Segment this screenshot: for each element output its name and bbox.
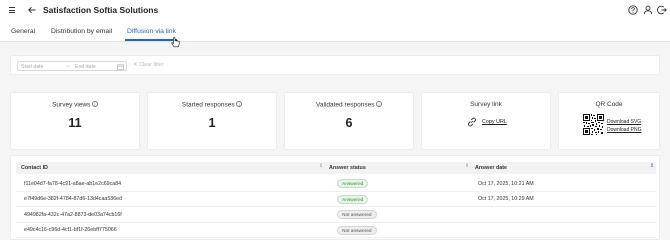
- table-row[interactable]: f11e04d7-fa78-4c91-a8ae-ab1e2c69ca84 Ans…: [16, 176, 656, 192]
- column-header-contact-id[interactable]: Contact ID: [21, 165, 48, 171]
- status-badge: Not answered: [337, 210, 377, 219]
- started-responses-heading: Started responses i: [148, 101, 276, 109]
- column-header-answer-date[interactable]: Answer date: [475, 165, 507, 171]
- contact-id-cell: f11e04d7-fa78-4c91-a8ae-ab1e2c69ca84: [24, 180, 122, 187]
- download-svg-link[interactable]: Download SVG: [607, 119, 641, 125]
- answer-date-cell: Oct 17, 2025, 10:21 AM: [478, 180, 534, 187]
- logout-icon[interactable]: [657, 5, 667, 15]
- tab-distribution-by-email[interactable]: Distribution by email: [51, 28, 112, 35]
- clear-filter-label: Clear filter: [139, 62, 164, 68]
- pointer-cursor-icon: [171, 37, 180, 48]
- info-icon[interactable]: i: [236, 101, 243, 107]
- started-responses-value: 1: [208, 116, 216, 130]
- tab-bar: General Distribution by email Diffusion …: [0, 22, 670, 42]
- info-icon[interactable]: i: [375, 101, 382, 107]
- survey-link-card: Survey link Copy URL: [421, 92, 551, 150]
- survey-views-value: 11: [68, 116, 82, 130]
- tab-diffusion-via-link[interactable]: Diffusion via link: [127, 28, 176, 35]
- download-png-link[interactable]: Download PNG: [607, 127, 641, 133]
- date-range-picker[interactable]: Start date → End date: [17, 61, 127, 71]
- close-icon: ✕: [133, 62, 138, 68]
- sort-descending-icon[interactable]: ⇕: [650, 164, 654, 169]
- contact-id-cell: e7f49d6e-382f-4784-87d6-13d4caa536ed: [24, 196, 123, 202]
- back-arrow-icon[interactable]: [27, 5, 37, 15]
- validated-responses-value: 6: [345, 116, 353, 130]
- contact-id-cell: 494982fa-432c-47a2-8873-de03a74cb16f: [24, 211, 122, 218]
- survey-views-label: Survey views: [52, 101, 91, 109]
- validated-responses-heading: Validated responses i: [285, 101, 413, 109]
- responses-table: Contact ID ⇕ Answer status ⇕ Answer date…: [10, 155, 660, 240]
- user-icon[interactable]: [643, 5, 653, 15]
- validated-responses-card: Validated responses i 6: [284, 92, 414, 150]
- app-header: Satisfaction Softia Solutions: [0, 0, 670, 22]
- started-responses-card: Started responses i 1: [147, 92, 277, 150]
- clear-filter-button[interactable]: ✕ Clear filter: [133, 62, 164, 68]
- copy-url-link[interactable]: Copy URL: [482, 119, 507, 125]
- answer-date-cell: Oct 17, 2025, 10:29 AM: [478, 196, 534, 202]
- date-filter-card: Start date → End date ✕ Clear filter: [10, 55, 660, 75]
- column-header-answer-status[interactable]: Answer status: [329, 165, 366, 171]
- page-title: Satisfaction Softia Solutions: [43, 5, 159, 15]
- calendar-icon[interactable]: [117, 64, 124, 70]
- sort-icon[interactable]: ⇕: [465, 164, 469, 169]
- link-icon[interactable]: [467, 117, 477, 127]
- start-date-input[interactable]: Start date: [21, 64, 44, 70]
- contact-id-cell: e49c4c16-c96d-4cf1-bf1f-26ebff775066: [24, 227, 117, 233]
- info-icon[interactable]: i: [91, 101, 98, 107]
- survey-views-card: Survey views i 11: [10, 92, 140, 150]
- menu-icon[interactable]: [9, 7, 15, 14]
- date-range-arrow: →: [65, 63, 71, 69]
- sort-icon[interactable]: ⇕: [319, 164, 323, 169]
- table-header: Contact ID ⇕ Answer status ⇕ Answer date…: [16, 162, 656, 174]
- qr-code-label: QR Code: [595, 101, 623, 108]
- survey-views-heading: Survey views i: [11, 101, 139, 109]
- started-responses-label: Started responses: [181, 101, 235, 109]
- validated-responses-label: Validated responses: [316, 101, 375, 109]
- qr-code-image: [583, 114, 604, 135]
- help-icon[interactable]: [628, 5, 638, 15]
- status-badge: Answered: [337, 179, 369, 188]
- end-date-input[interactable]: End date: [75, 64, 96, 70]
- table-row[interactable]: e49c4c16-c96d-4cf1-bf1f-26ebff775066 Not…: [16, 223, 656, 238]
- status-badge: Answered: [337, 194, 369, 204]
- active-tab-indicator: [125, 39, 177, 41]
- tab-general[interactable]: General: [11, 28, 35, 35]
- status-badge: Not answered: [337, 225, 377, 235]
- survey-link-label: Survey link: [470, 101, 502, 108]
- qr-code-card: QR Code Download SVG Download PNG: [558, 92, 660, 150]
- table-row[interactable]: e7f49d6e-382f-4784-87d6-13d4caa536ed Ans…: [16, 192, 656, 207]
- table-row[interactable]: 494982fa-432c-47a2-8873-de03a74cb16f Not…: [16, 207, 656, 223]
